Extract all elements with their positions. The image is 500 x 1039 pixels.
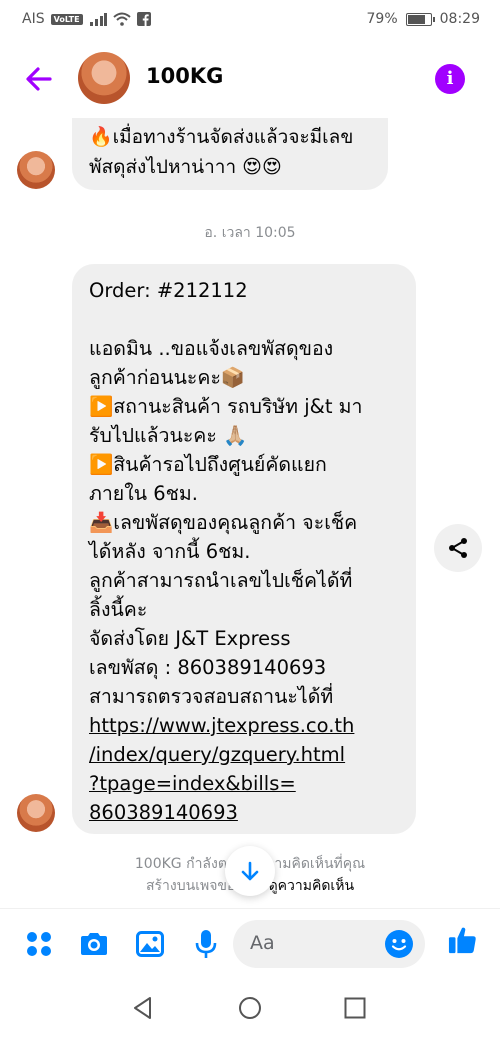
nav-recents-icon[interactable] [344, 997, 366, 1019]
system-navigation-bar [0, 978, 500, 1039]
info-button[interactable]: i [435, 64, 465, 94]
message-timestamp: อ. เวลา 10:05 [204, 225, 296, 241]
camera-icon [81, 933, 107, 955]
camera-button[interactable] [79, 929, 109, 959]
facebook-notification-icon [136, 12, 151, 26]
view-comment-link[interactable]: ดูความคิดเห็น [269, 878, 354, 894]
emoji-button[interactable] [385, 930, 413, 958]
scroll-to-bottom-button[interactable] [225, 846, 275, 896]
share-button[interactable] [434, 524, 482, 572]
nav-home-icon[interactable] [238, 996, 262, 1020]
smiley-icon [391, 939, 407, 951]
four-dots-icon [27, 932, 51, 956]
message-input[interactable]: Aa [233, 920, 425, 968]
sender-avatar[interactable] [17, 794, 55, 832]
more-actions-button[interactable] [24, 929, 54, 959]
voice-button[interactable] [191, 929, 221, 959]
message-list[interactable]: 🔥เมื่อทางร้านจัดส่งแล้วจะมีเลข พัสดุส่งไ… [0, 118, 500, 908]
volte-badge: VoLTE [50, 13, 83, 25]
message-bubble[interactable]: Order: #212112 แอดมิน ..ขอแจ้งเลขพัสดุขอ… [72, 264, 416, 834]
like-button[interactable] [448, 925, 478, 955]
wifi-icon [112, 12, 131, 26]
nav-back-icon[interactable] [131, 996, 155, 1020]
sender-avatar[interactable] [17, 151, 55, 189]
back-arrow-icon [26, 67, 52, 91]
status-left: AIS VoLTE [22, 11, 151, 27]
clock: 08:29 [439, 11, 480, 27]
battery-percent: 79% [366, 11, 398, 27]
tracking-link[interactable]: https://www.jtexpress.co.th /index/query… [89, 714, 354, 824]
message-text: Order: #212112 แอดมิน ..ขอแจ้งเลขพัสดุขอ… [89, 279, 363, 708]
message-bubble[interactable]: 🔥เมื่อทางร้านจัดส่งแล้วจะมีเลข พัสดุส่งไ… [72, 118, 388, 190]
arrow-down-icon [241, 861, 259, 881]
share-icon [449, 538, 467, 558]
message-text: 🔥เมื่อทางร้านจัดส่งแล้วจะมีเลข พัสดุส่งไ… [89, 126, 354, 178]
status-right: 79% 08:29 [367, 11, 480, 27]
contact-avatar[interactable] [78, 52, 130, 104]
info-icon: i [446, 68, 454, 89]
thumbs-up-icon [448, 927, 476, 954]
battery-icon [405, 12, 435, 26]
microphone-icon [195, 930, 217, 958]
conversation-header: 100KG i [0, 38, 500, 118]
status-bar: AIS VoLTE 79% 08:29 [0, 0, 500, 38]
message-input-placeholder: Aa [250, 932, 275, 954]
composer-bar: Aa [0, 908, 500, 978]
contact-name[interactable]: 100KG [146, 64, 223, 88]
carrier-label: AIS [22, 11, 45, 27]
back-button[interactable] [22, 62, 56, 96]
signal-icon [89, 13, 107, 26]
gallery-button[interactable] [135, 929, 165, 959]
image-icon [136, 931, 164, 957]
